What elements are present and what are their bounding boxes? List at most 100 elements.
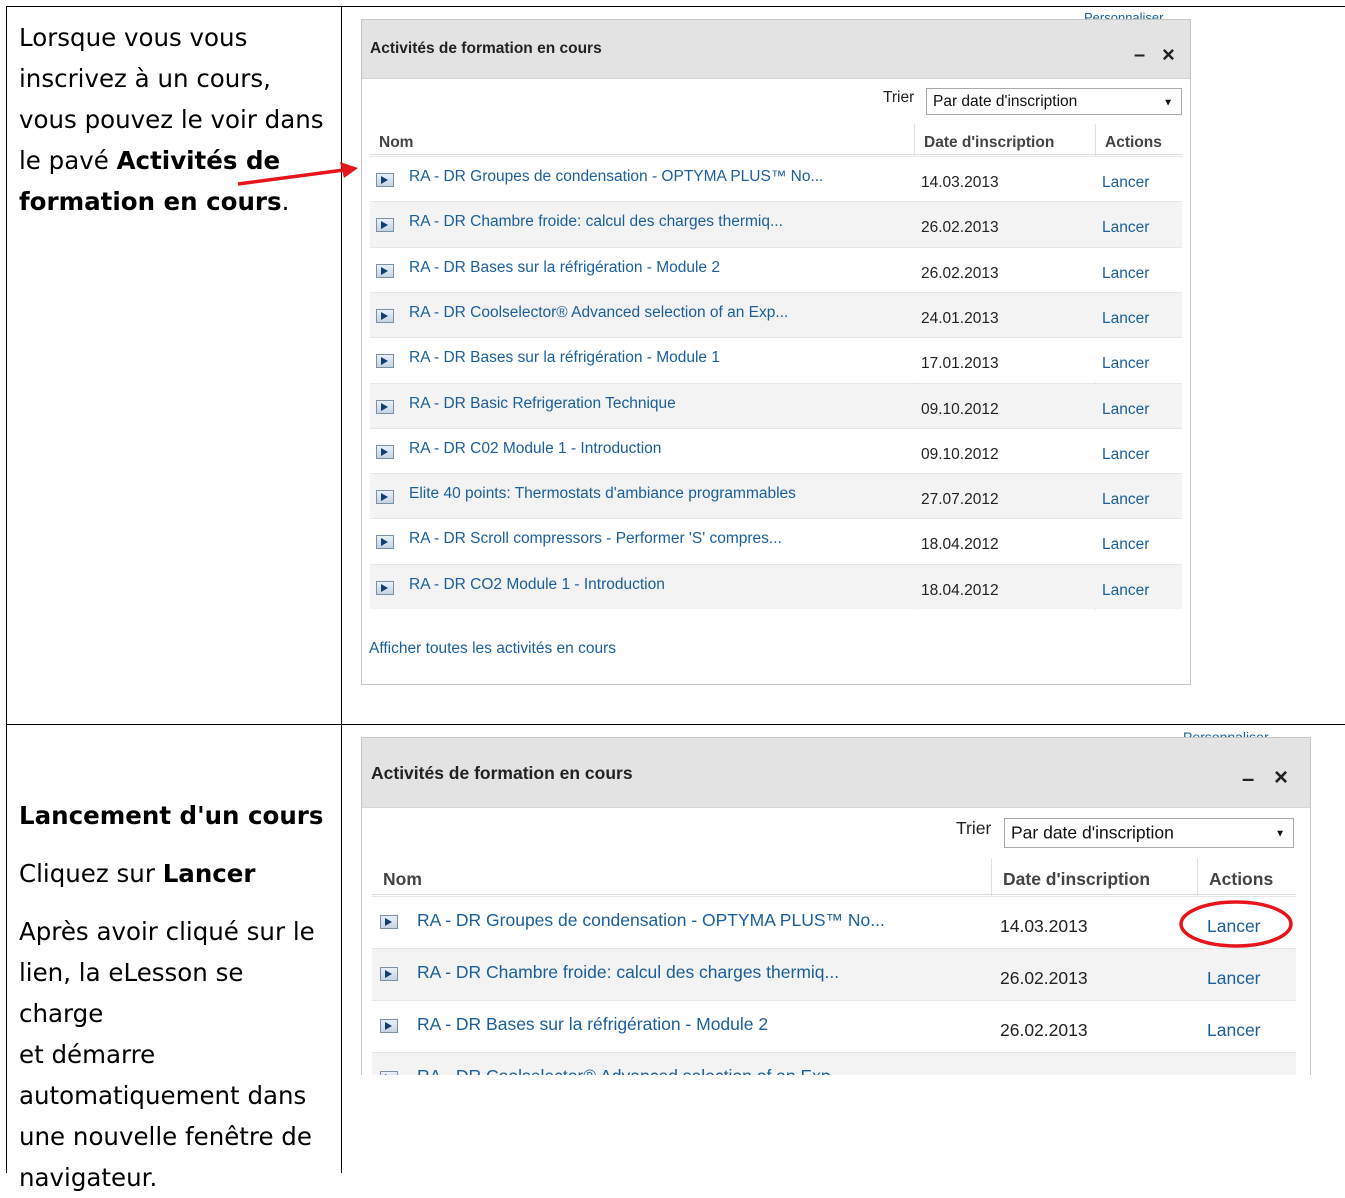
chevron-down-icon: ▼ bbox=[1163, 97, 1173, 109]
elesson-icon bbox=[376, 263, 394, 278]
red-arrow-annotation bbox=[237, 162, 358, 186]
launch-link[interactable]: Lancer bbox=[1102, 446, 1149, 464]
explanation-line: lien, la eLesson se charge bbox=[19, 958, 244, 1028]
intro-line: le pavé bbox=[19, 146, 117, 175]
widget-header: Activités de formation en cours – × bbox=[362, 20, 1190, 79]
course-name-link[interactable]: Elite 40 points: Thermostats d'ambiance … bbox=[409, 485, 796, 503]
table-left-border bbox=[6, 6, 7, 1173]
sort-select-value: Par date d'inscription bbox=[933, 92, 1078, 110]
table-row: Elite 40 points: Thermostats d'ambiance … bbox=[370, 473, 1182, 519]
show-all-activities-link[interactable]: Afficher toutes les activités en cours bbox=[369, 640, 616, 658]
explanation-line: et démarre bbox=[19, 1040, 156, 1069]
course-name-link[interactable]: RA - DR Coolselector® Advanced selection… bbox=[409, 304, 788, 322]
table-top-border bbox=[6, 6, 1345, 7]
course-name-link[interactable]: RA - DR Chambre froide: calcul des charg… bbox=[417, 962, 839, 983]
enrollment-date: 24.01.2013 bbox=[921, 309, 999, 327]
intro-line: . bbox=[281, 187, 290, 216]
intro-instructions: Lorsque vous vous inscrivez à un cours, … bbox=[19, 17, 334, 222]
course-name-link[interactable]: RA - DR Scroll compressors - Performer '… bbox=[409, 530, 782, 548]
sort-label: Trier bbox=[883, 89, 915, 106]
launch-link[interactable]: Lancer bbox=[1102, 219, 1149, 237]
launch-link[interactable]: Lancer bbox=[1102, 536, 1149, 554]
course-name-link[interactable]: RA - DR Basic Refrigeration Technique bbox=[409, 395, 676, 413]
sort-select[interactable]: Par date d'inscription ▼ bbox=[926, 88, 1182, 115]
minimize-icon[interactable]: – bbox=[1134, 44, 1145, 67]
launch-link[interactable]: Lancer bbox=[1207, 968, 1261, 989]
column-header-actions: Actions bbox=[1209, 869, 1274, 889]
elesson-icon bbox=[376, 354, 394, 369]
table-row: RA - DR Bases sur la réfrigération - Mod… bbox=[372, 1000, 1296, 1052]
launch-link[interactable]: Lancer bbox=[1102, 582, 1149, 600]
enrollment-date: 09.10.2012 bbox=[921, 445, 999, 463]
enrollment-date: 17.01.2013 bbox=[921, 355, 999, 373]
table-row: RA - DR C02 Module 1 - Introduction 09.10… bbox=[370, 427, 1182, 474]
course-name-link[interactable]: RA - DR Coolselector® Advanced selection… bbox=[417, 1066, 845, 1075]
column-header-name[interactable]: Nom bbox=[383, 869, 422, 890]
close-icon[interactable]: × bbox=[1274, 764, 1288, 792]
enrollment-date: 14.03.2013 bbox=[921, 174, 999, 191]
launch-bold-term: Lancer bbox=[162, 859, 256, 888]
elesson-icon bbox=[376, 535, 394, 550]
course-name-link[interactable]: RA - DR Groupes de condensation - OPTYMA… bbox=[409, 168, 823, 186]
enrollment-date: 26.02.2013 bbox=[921, 219, 999, 237]
course-name-link[interactable]: RA - DR CO2 Module 1 - Introduction bbox=[409, 576, 665, 594]
table-row: RA - DR Groupes de condensation - OPTYMA… bbox=[370, 156, 1182, 202]
table-row: RA - DR Scroll compressors - Performer '… bbox=[370, 518, 1182, 564]
table-row: RA - DR CO2 Module 1 - Introduction 18.04… bbox=[370, 563, 1182, 609]
elesson-icon bbox=[376, 308, 394, 323]
course-name-link[interactable]: RA - DR Bases sur la réfrigération - Mod… bbox=[409, 259, 720, 277]
course-name-link[interactable]: RA - DR Bases sur la réfrigération - Mod… bbox=[409, 349, 720, 367]
column-header-date[interactable]: Date d'inscription bbox=[924, 134, 1054, 152]
table-row: RA - DR Basic Refrigeration Technique 09.… bbox=[370, 382, 1182, 428]
course-name-link[interactable]: RA - DR Bases sur la réfrigération - Mod… bbox=[417, 1014, 768, 1035]
intro-line: vous pouvez le voir dans bbox=[19, 105, 324, 134]
elesson-icon bbox=[376, 580, 394, 595]
course-name-link[interactable]: RA - DR Groupes de condensation - OPTYMA… bbox=[417, 910, 885, 931]
widget-title: Activités de formation en cours bbox=[371, 763, 633, 783]
column-header-actions: Actions bbox=[1105, 134, 1162, 151]
intro-bold-term: formation en cours bbox=[19, 187, 282, 216]
explanation-line: une nouvelle fenêtre de bbox=[19, 1122, 312, 1151]
launch-link[interactable]: Lancer bbox=[1102, 310, 1149, 328]
enrollment-date: 26.02.2013 bbox=[1000, 1020, 1088, 1040]
table-row: RA - DR Coolselector® Advanced selection… bbox=[370, 291, 1182, 338]
widget-header: Activités de formation en cours – × bbox=[362, 738, 1310, 808]
elesson-icon bbox=[380, 915, 398, 929]
enrollment-date: 26.02.2013 bbox=[1000, 968, 1088, 988]
column-header-date[interactable]: Date d'inscription bbox=[1003, 869, 1150, 890]
enrollment-date: 27.07.2012 bbox=[921, 491, 999, 509]
launch-link[interactable]: Lancer bbox=[1102, 174, 1149, 192]
enrollment-date: 24.01.2013 bbox=[1000, 1072, 1088, 1075]
enrollment-date: 26.02.2013 bbox=[921, 264, 999, 282]
minimize-icon[interactable]: – bbox=[1242, 766, 1254, 792]
chevron-down-icon: ▼ bbox=[1275, 828, 1285, 840]
sort-select[interactable]: Par date d'inscription ▼ bbox=[1004, 818, 1294, 848]
intro-line: Lorsque vous vous bbox=[19, 23, 248, 52]
launch-link[interactable]: Lancer bbox=[1102, 491, 1149, 509]
elesson-icon bbox=[380, 1071, 398, 1075]
launch-link[interactable]: Lancer bbox=[1102, 401, 1149, 419]
launch-link[interactable]: Lancer bbox=[1102, 265, 1149, 283]
table-row: RA - DR Bases sur la réfrigération - Mod… bbox=[370, 246, 1182, 292]
explanation-line: navigateur. bbox=[19, 1163, 158, 1192]
launch-instructions: Lancement d'un cours Cliquez sur Lancer … bbox=[19, 795, 334, 1198]
enrollment-date: 18.04.2012 bbox=[921, 536, 999, 554]
table-row: RA - DR Chambre froide: calcul des charg… bbox=[370, 201, 1182, 247]
launch-link[interactable]: Lancer bbox=[1207, 1020, 1261, 1041]
widget-crop: Activités de formation en cours – × Trie… bbox=[361, 737, 1311, 1075]
close-icon[interactable]: × bbox=[1162, 42, 1175, 68]
elesson-icon bbox=[376, 173, 394, 187]
personalize-link[interactable]: Personnaliser bbox=[1084, 11, 1194, 19]
enrollment-date: 09.10.2012 bbox=[921, 400, 999, 418]
course-name-link[interactable]: RA - DR C02 Module 1 - Introduction bbox=[409, 440, 661, 458]
current-training-widget-zoomed: Activités de formation en cours – × Trie… bbox=[361, 737, 1311, 1075]
widget-title: Activités de formation en cours bbox=[370, 40, 602, 57]
launch-link[interactable]: Lancer bbox=[1207, 1072, 1261, 1075]
launch-link[interactable]: Lancer bbox=[1102, 355, 1149, 373]
table-row: RA - DR Coolselector® Advanced selection… bbox=[372, 1052, 1296, 1075]
column-header-name[interactable]: Nom bbox=[379, 134, 413, 152]
table-row: RA - DR Groupes de condensation - OPTYMA… bbox=[372, 896, 1296, 948]
elesson-icon bbox=[376, 218, 394, 233]
course-name-link[interactable]: RA - DR Chambre froide: calcul des charg… bbox=[409, 213, 783, 231]
sort-select-value: Par date d'inscription bbox=[1011, 822, 1174, 843]
